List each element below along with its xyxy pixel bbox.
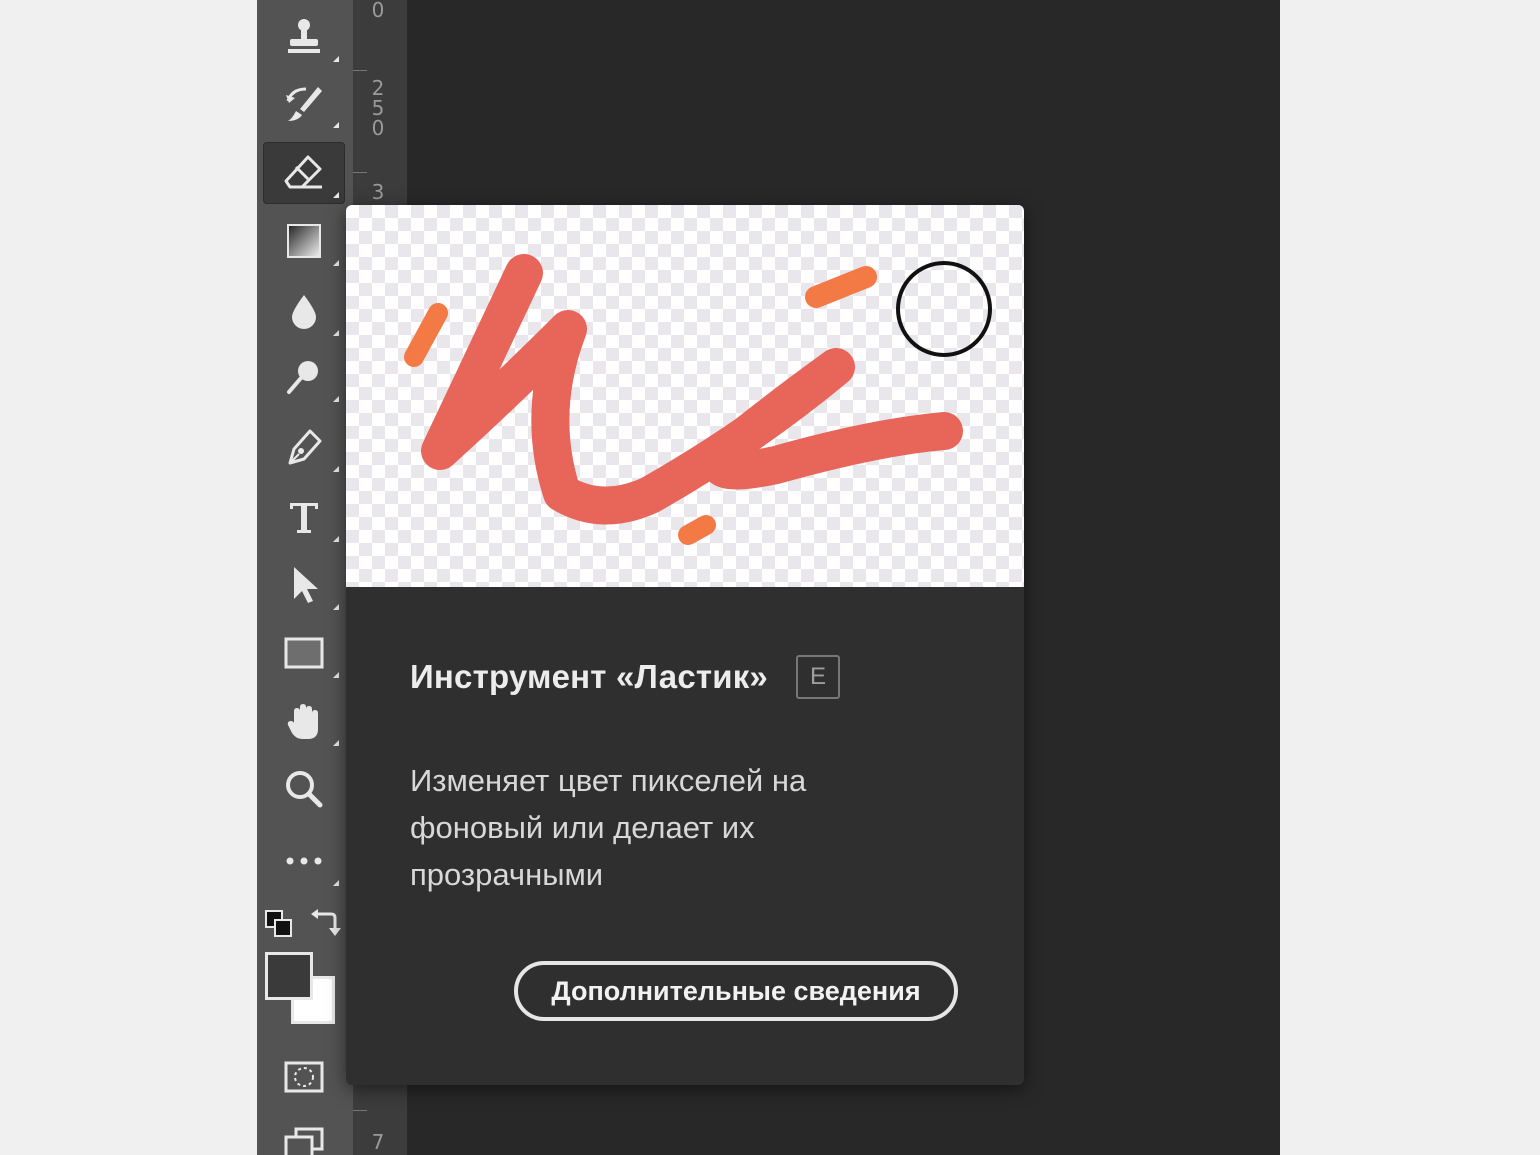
shortcut-key-badge: E <box>796 655 840 699</box>
stamp-icon <box>288 19 320 53</box>
swap-colors-icon[interactable] <box>309 906 341 938</box>
eraser-stroke-illustration <box>404 254 992 545</box>
pen-icon <box>288 429 322 465</box>
type-icon <box>290 503 318 533</box>
gradient-icon <box>287 224 321 258</box>
magnifier-icon <box>286 771 323 808</box>
hand-icon <box>287 704 318 739</box>
photoshop-window: 0 2 5 0 3 7 Инструмент «Ластик» E Изменя… <box>257 0 1280 1155</box>
zoom-tool[interactable] <box>263 758 345 820</box>
ruler-label: 7 <box>371 1130 385 1154</box>
gradient-tool[interactable] <box>263 210 345 272</box>
rectangle-icon <box>284 637 324 669</box>
arrow-icon <box>294 567 318 603</box>
tooltip-header: Инструмент «Ластик» E <box>410 655 840 699</box>
ruler-label: 3 <box>371 180 385 204</box>
learn-more-button[interactable]: Дополнительные сведения <box>514 961 958 1021</box>
tooltip-description: Изменяет цвет пикселей на фоновый или де… <box>410 763 807 892</box>
eraser-tool[interactable] <box>263 142 345 204</box>
clone-stamp-tool[interactable] <box>263 6 345 68</box>
hand-tool[interactable] <box>263 690 345 752</box>
path-selection-tool[interactable] <box>263 554 345 616</box>
eraser-icon <box>284 155 322 189</box>
eraser-rich-tooltip: Инструмент «Ластик» E Изменяет цвет пикс… <box>346 205 1024 1085</box>
tooltip-preview-image <box>346 205 1024 587</box>
quick-mask-tool[interactable] <box>263 1046 345 1108</box>
blur-tool[interactable] <box>263 280 345 342</box>
eraser-cursor-icon <box>896 261 992 357</box>
more-tools[interactable] <box>263 830 345 892</box>
default-colors-icon[interactable] <box>265 910 293 938</box>
dodge-tool[interactable] <box>263 346 345 408</box>
screen-mode-tool[interactable] <box>263 1112 345 1155</box>
ruler-label: 2 5 0 <box>371 76 385 140</box>
tools-panel <box>257 0 353 1155</box>
pen-tool[interactable] <box>263 416 345 478</box>
history-brush-icon <box>286 87 322 121</box>
history-brush-tool[interactable] <box>263 72 345 134</box>
dodge-icon <box>287 361 318 394</box>
ellipsis-icon <box>286 857 322 865</box>
drop-icon <box>292 295 316 329</box>
quick-mask-icon <box>284 1061 324 1093</box>
type-tool[interactable] <box>263 486 345 548</box>
screen-mode-icon <box>284 1127 324 1155</box>
ruler-label: 0 <box>371 0 385 22</box>
rectangle-tool[interactable] <box>263 622 345 684</box>
tooltip-title: Инструмент «Ластик» <box>410 658 768 695</box>
foreground-color-swatch[interactable] <box>265 952 313 1000</box>
